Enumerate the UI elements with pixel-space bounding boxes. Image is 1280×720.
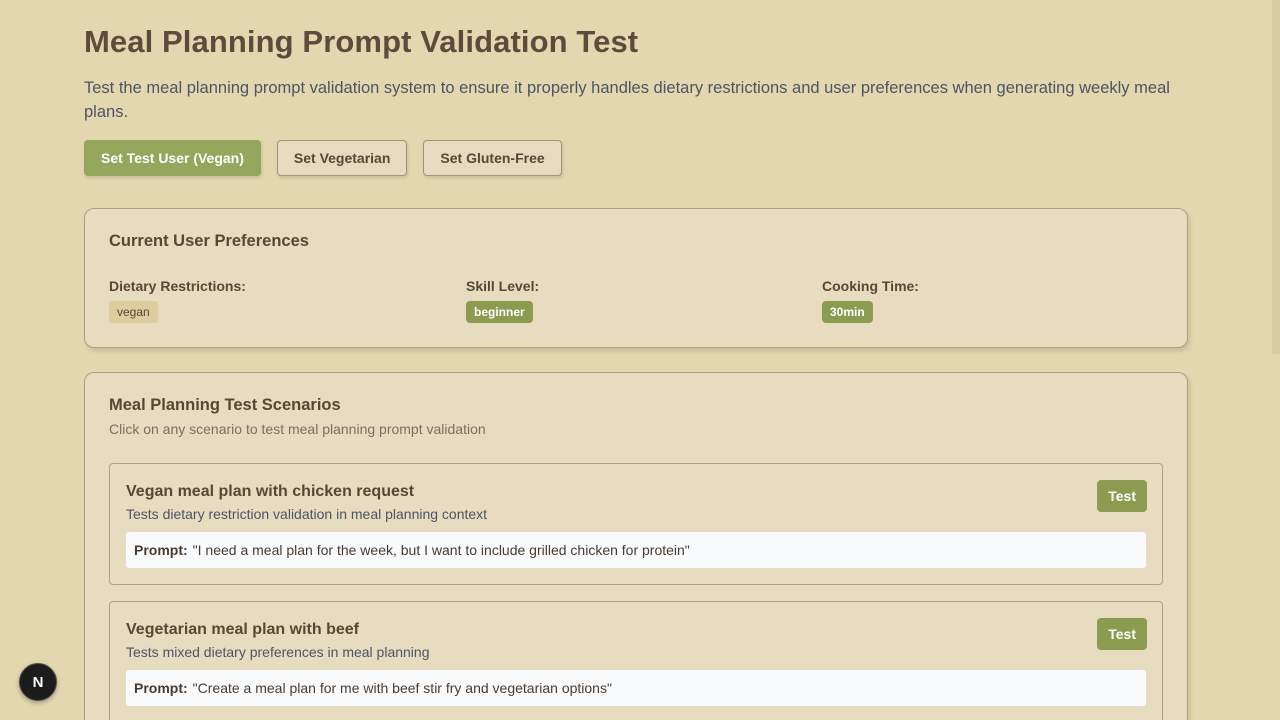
page-title: Meal Planning Prompt Validation Test (84, 24, 639, 59)
prompt-label: Prompt: (134, 542, 188, 558)
scenario-card[interactable]: Vegetarian meal plan with beef Tests mix… (109, 601, 1163, 720)
dev-badge-letter: N (32, 673, 44, 691)
cooking-time-label: Cooking Time: (822, 278, 919, 294)
set-gluten-free-button[interactable]: Set Gluten-Free (423, 140, 562, 176)
preferences-title: Current User Preferences (109, 232, 309, 250)
prompt-text: "Create a meal plan for me with beef sti… (192, 680, 612, 696)
test-scenario-button[interactable]: Test (1097, 618, 1147, 650)
user-preset-buttons: Set Test User (Vegan) Set Vegetarian Set… (84, 140, 562, 176)
scenarios-subtitle: Click on any scenario to test meal plann… (109, 421, 486, 437)
dietary-restrictions-label: Dietary Restrictions: (109, 278, 246, 294)
page: Meal Planning Prompt Validation Test Tes… (0, 0, 1280, 720)
cooking-time-badge: 30min (822, 301, 873, 323)
test-scenarios-card: Meal Planning Test Scenarios Click on an… (84, 372, 1188, 720)
scenario-title: Vegetarian meal plan with beef (126, 621, 359, 638)
test-scenario-button[interactable]: Test (1097, 480, 1147, 512)
set-vegetarian-button[interactable]: Set Vegetarian (276, 140, 408, 176)
skill-level-group: Skill Level: beginner (466, 278, 539, 323)
scenario-prompt: Prompt: "I need a meal plan for the week… (126, 532, 1146, 568)
prompt-text: "I need a meal plan for the week, but I … (192, 542, 690, 558)
skill-level-label: Skill Level: (466, 278, 540, 294)
prompt-label: Prompt: (134, 680, 188, 696)
scenario-prompt: Prompt: "Create a meal plan for me with … (126, 670, 1146, 706)
scenario-title: Vegan meal plan with chicken request (126, 483, 415, 500)
scenario-card[interactable]: Vegan meal plan with chicken request Tes… (109, 463, 1163, 585)
dietary-restriction-badge: vegan (109, 301, 158, 323)
page-intro: Test the meal planning prompt validation… (84, 79, 1170, 121)
nextjs-logo-icon[interactable]: N (19, 663, 57, 701)
scenario-description: Tests dietary restriction validation in … (126, 506, 488, 522)
scenarios-title: Meal Planning Test Scenarios (109, 396, 341, 414)
cooking-time-group: Cooking Time: 30min (822, 278, 919, 323)
page-scrollbar[interactable] (1272, 0, 1280, 354)
skill-level-badge: beginner (466, 301, 533, 323)
current-preferences-card: Current User Preferences Dietary Restric… (84, 208, 1188, 348)
dietary-restrictions-group: Dietary Restrictions: vegan (109, 278, 246, 323)
set-vegan-user-button[interactable]: Set Test User (Vegan) (84, 140, 261, 176)
scenario-description: Tests mixed dietary preferences in meal … (126, 644, 430, 660)
